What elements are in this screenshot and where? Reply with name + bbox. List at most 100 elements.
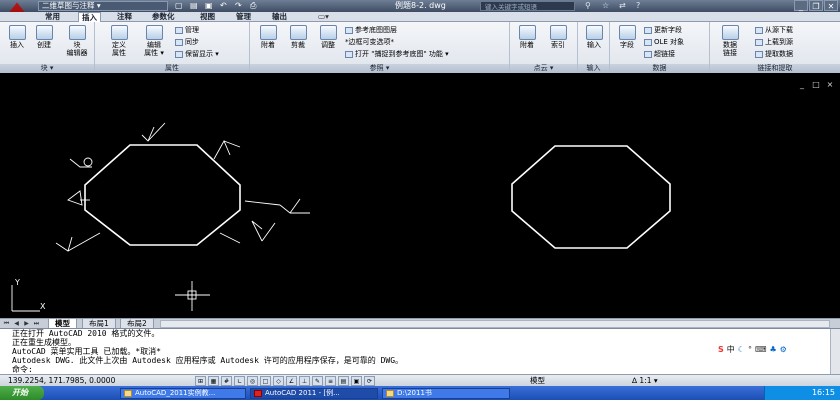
help-icon[interactable]: ? (636, 1, 645, 10)
polar-icon[interactable]: ◎ (247, 376, 258, 386)
ducs-icon[interactable]: ⊥ (299, 376, 310, 386)
transparency-icon[interactable]: ▤ (338, 376, 349, 386)
3d-osnap-icon[interactable]: ◇ (273, 376, 284, 386)
drawing-canvas[interactable]: Y X (0, 73, 840, 318)
taskbar-item[interactable]: D:\2011书 (382, 388, 510, 399)
underlay-layers-button[interactable]: 参考底图图层 (345, 26, 397, 35)
grid-icon[interactable]: # (221, 376, 232, 386)
sogou-icon[interactable]: S (718, 345, 724, 355)
dyn-icon[interactable]: ✎ (312, 376, 323, 386)
print-icon[interactable]: ⎙ (250, 1, 260, 10)
tab-output[interactable]: 输出 (272, 12, 287, 22)
point-cloud-panel-title[interactable]: 点云 ▾ (510, 64, 577, 73)
minimize-button[interactable]: _ (794, 0, 808, 11)
keep-display-button[interactable]: 保留显示 ▾ (175, 50, 219, 59)
layout-nav: ⏮ ◀ ▶ ⏭ (2, 319, 41, 328)
snap-mode-icon[interactable]: ▦ (208, 376, 219, 386)
drawing-svg[interactable]: Y X (0, 73, 840, 318)
manage-attributes-button[interactable]: 管理 (175, 26, 199, 35)
sync-attributes-button[interactable]: 同步 (175, 38, 199, 47)
block-panel-title[interactable]: 块 ▾ (0, 64, 94, 73)
upload-to-source-button[interactable]: 上载到源 (755, 38, 793, 47)
open-icon[interactable]: ▤ (190, 1, 200, 10)
search-input[interactable]: 键入关键字或短语 (480, 1, 575, 11)
edit-attribute-button[interactable]: 编辑 属性 ▾ (139, 25, 169, 57)
field-button[interactable]: 字段 (615, 25, 639, 49)
download-from-source-button[interactable]: 从源下载 (755, 26, 793, 35)
tab-parametric[interactable]: 参数化 (152, 12, 175, 22)
undo-icon[interactable]: ↶ (220, 1, 230, 10)
adjust-icon (319, 25, 337, 40)
selection-cycling-icon[interactable]: ⟳ (364, 376, 375, 386)
attach-reference-button[interactable]: 附着 (256, 25, 280, 49)
close-button[interactable]: ✕ (824, 0, 838, 11)
viewport-close-button[interactable]: × (825, 80, 835, 89)
ribbon-minimize-icon[interactable]: ▭▾ (318, 12, 329, 22)
infer-constraints-icon[interactable]: ⊞ (195, 376, 206, 386)
command-history-line: Autodesk DWG. 此文件上次由 Autodesk 应用程序或 Auto… (12, 356, 404, 365)
settings-icon[interactable]: ⚙ (780, 345, 787, 355)
tab-manage[interactable]: 管理 (236, 12, 251, 22)
viewport-minimize-button[interactable]: _ (797, 80, 807, 89)
first-layout-icon[interactable]: ⏮ (2, 319, 11, 328)
point-cloud-attach-button[interactable]: 附着 (515, 25, 539, 49)
new-file-icon[interactable]: ▢ (175, 1, 185, 10)
otrack-icon[interactable]: ∠ (286, 376, 297, 386)
frame-variable-dropdown[interactable]: *边框可变选项* (345, 38, 394, 47)
point-cloud-index-button[interactable]: 索引 (546, 25, 570, 49)
ole-object-button[interactable]: OLE 对象 (644, 38, 684, 47)
import-button[interactable]: 输入 (582, 25, 606, 49)
adjust-button[interactable]: 调整 (316, 25, 340, 49)
tab-view[interactable]: 视图 (200, 12, 215, 22)
keyboard-icon[interactable]: ⌨ (755, 345, 767, 355)
exchange-icon[interactable]: ⇄ (619, 1, 628, 10)
punctuation-icon[interactable]: ° (748, 345, 752, 355)
lineweight-icon[interactable]: ≡ (325, 376, 336, 386)
document-title: 例题8-2. dwg (395, 1, 446, 10)
create-block-icon (35, 25, 53, 40)
skin-icon[interactable]: ♣ (769, 345, 776, 355)
last-layout-icon[interactable]: ⏭ (32, 319, 41, 328)
taskbar-item[interactable]: AutoCAD_2011实例教... (120, 388, 246, 399)
viewport-restore-button[interactable]: □ (811, 80, 821, 89)
command-prompt[interactable]: 命令: (12, 365, 33, 374)
save-icon[interactable]: ▣ (205, 1, 215, 10)
taskbar-item[interactable]: AutoCAD 2011 - [例... (250, 388, 378, 399)
workspace-selector[interactable]: 二维草图与注释 ▾ (38, 1, 168, 11)
define-attribute-button[interactable]: 定义 属性 (107, 25, 131, 57)
ortho-icon[interactable]: ∟ (234, 376, 245, 386)
osnap-icon[interactable]: □ (260, 376, 271, 386)
tab-annotate[interactable]: 注释 (117, 12, 132, 22)
next-layout-icon[interactable]: ▶ (22, 319, 31, 328)
hyperlink-button[interactable]: 超链接 (644, 50, 675, 59)
horizontal-scrollbar[interactable] (160, 320, 830, 328)
restore-button[interactable]: ❐ (809, 0, 823, 11)
prev-layout-icon[interactable]: ◀ (12, 319, 21, 328)
binoculars-icon[interactable]: ⚲ (585, 1, 594, 10)
roughness-symbols (55, 122, 310, 252)
import-panel: 输入 输入 (578, 22, 610, 73)
start-button[interactable]: 开始 (0, 386, 44, 400)
hyperlink-icon (644, 50, 652, 58)
extract-data-button[interactable]: 提取数据 (755, 50, 793, 59)
tab-home[interactable]: 常用 (45, 12, 60, 22)
insert-block-button[interactable]: 插入 (5, 25, 29, 49)
quick-properties-icon[interactable]: ▣ (351, 376, 362, 386)
data-link-icon (721, 25, 739, 40)
command-line[interactable]: 正在打开 AutoCAD 2010 格式的文件。 正在重生成模型。 AutoCA… (0, 328, 840, 375)
sync-icon (175, 38, 183, 46)
tab-insert[interactable]: 插入 (78, 12, 101, 22)
redo-icon[interactable]: ↷ (235, 1, 245, 10)
create-block-button[interactable]: 创建 (32, 25, 56, 49)
upload-icon (755, 38, 763, 46)
chinese-mode-icon[interactable]: 中 (727, 345, 735, 355)
data-link-button[interactable]: 数据 链接 (716, 25, 744, 57)
block-editor-button[interactable]: 块 编辑器 (62, 25, 92, 57)
snap-to-underlay-button[interactable]: 打开 "捕捉到参考底图" 功能 ▾ (345, 50, 449, 59)
moon-icon[interactable]: ☾ (738, 345, 745, 355)
update-fields-button[interactable]: 更新字段 (644, 26, 682, 35)
star-icon[interactable]: ☆ (602, 1, 611, 10)
reference-panel-title[interactable]: 参照 ▾ (250, 64, 509, 73)
command-scrollbar[interactable] (830, 329, 840, 375)
clip-button[interactable]: 剪裁 (286, 25, 310, 49)
